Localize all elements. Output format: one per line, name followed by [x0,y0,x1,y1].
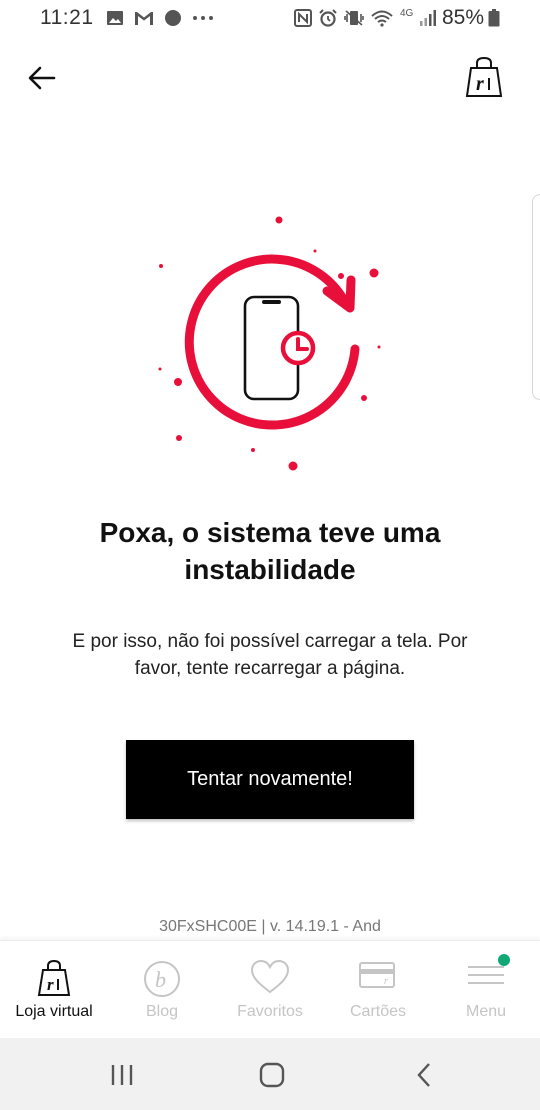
vibrate-icon [344,10,364,26]
shopping-bag-icon: r [465,56,503,97]
nav-item-blog[interactable]: b Blog [108,941,216,1039]
shopping-bag-button[interactable]: r [463,56,505,100]
notification-dot [498,954,510,966]
nav-item-cartoes[interactable]: r Cartões [324,941,432,1039]
nav-label: Cartões [349,1003,407,1020]
error-illustration [158,216,381,471]
clock-icon [280,330,316,366]
version-text: 30FxSHC00E | v. 14.19.1 - And [159,918,381,935]
alarm-icon [319,9,337,27]
retry-button[interactable]: Tentar novamente! [126,740,414,819]
system-back-button[interactable] [399,1058,449,1092]
network-type: 4G [400,7,414,19]
home-icon [259,1062,285,1088]
home-button[interactable] [247,1058,297,1092]
back-button[interactable] [22,58,62,98]
status-bar: 11:21 4G 85% [0,0,540,38]
recents-icon [111,1065,133,1085]
error-title: Poxa, o sistema teve uma instabilidade [99,517,441,585]
error-message: E por isso, não foi possível carregar a … [72,631,468,679]
status-time: 11:21 [40,6,94,29]
blog-icon: b [144,961,180,997]
nav-item-favoritos[interactable]: Favoritos [216,941,324,1039]
nav-label: Menu [465,1003,507,1020]
battery-percent: 85% [442,6,485,29]
chat-icon [165,10,181,26]
svg-text:r: r [476,73,484,95]
nfc-icon [294,9,312,27]
more-dots-icon [193,16,213,20]
back-chevron-icon [417,1063,430,1087]
side-scroll-handle[interactable] [532,194,540,400]
svg-text:r: r [384,976,388,987]
card-icon: r [359,962,395,988]
gallery-icon [107,11,123,25]
bottom-nav: r Loja virtual b Blog Favoritos r Cartõe… [0,940,540,1038]
battery-icon [488,9,500,27]
nav-label: Favoritos [237,1003,303,1020]
nav-item-loja-virtual[interactable]: r Loja virtual [0,941,108,1039]
wifi-icon [371,10,393,27]
arrow-left-icon [28,66,56,90]
recents-button[interactable] [97,1058,147,1092]
gmail-icon [135,12,153,25]
nav-label: Blog [145,1003,179,1020]
shopping-bag-icon: r [37,959,71,996]
svg-text:r: r [47,975,54,994]
signal-icon [420,10,437,26]
system-nav [0,1038,540,1110]
svg-text:b: b [155,967,166,992]
nav-item-menu[interactable]: Menu [432,941,540,1039]
nav-label: Loja virtual [15,1003,93,1020]
heart-icon [250,959,290,994]
